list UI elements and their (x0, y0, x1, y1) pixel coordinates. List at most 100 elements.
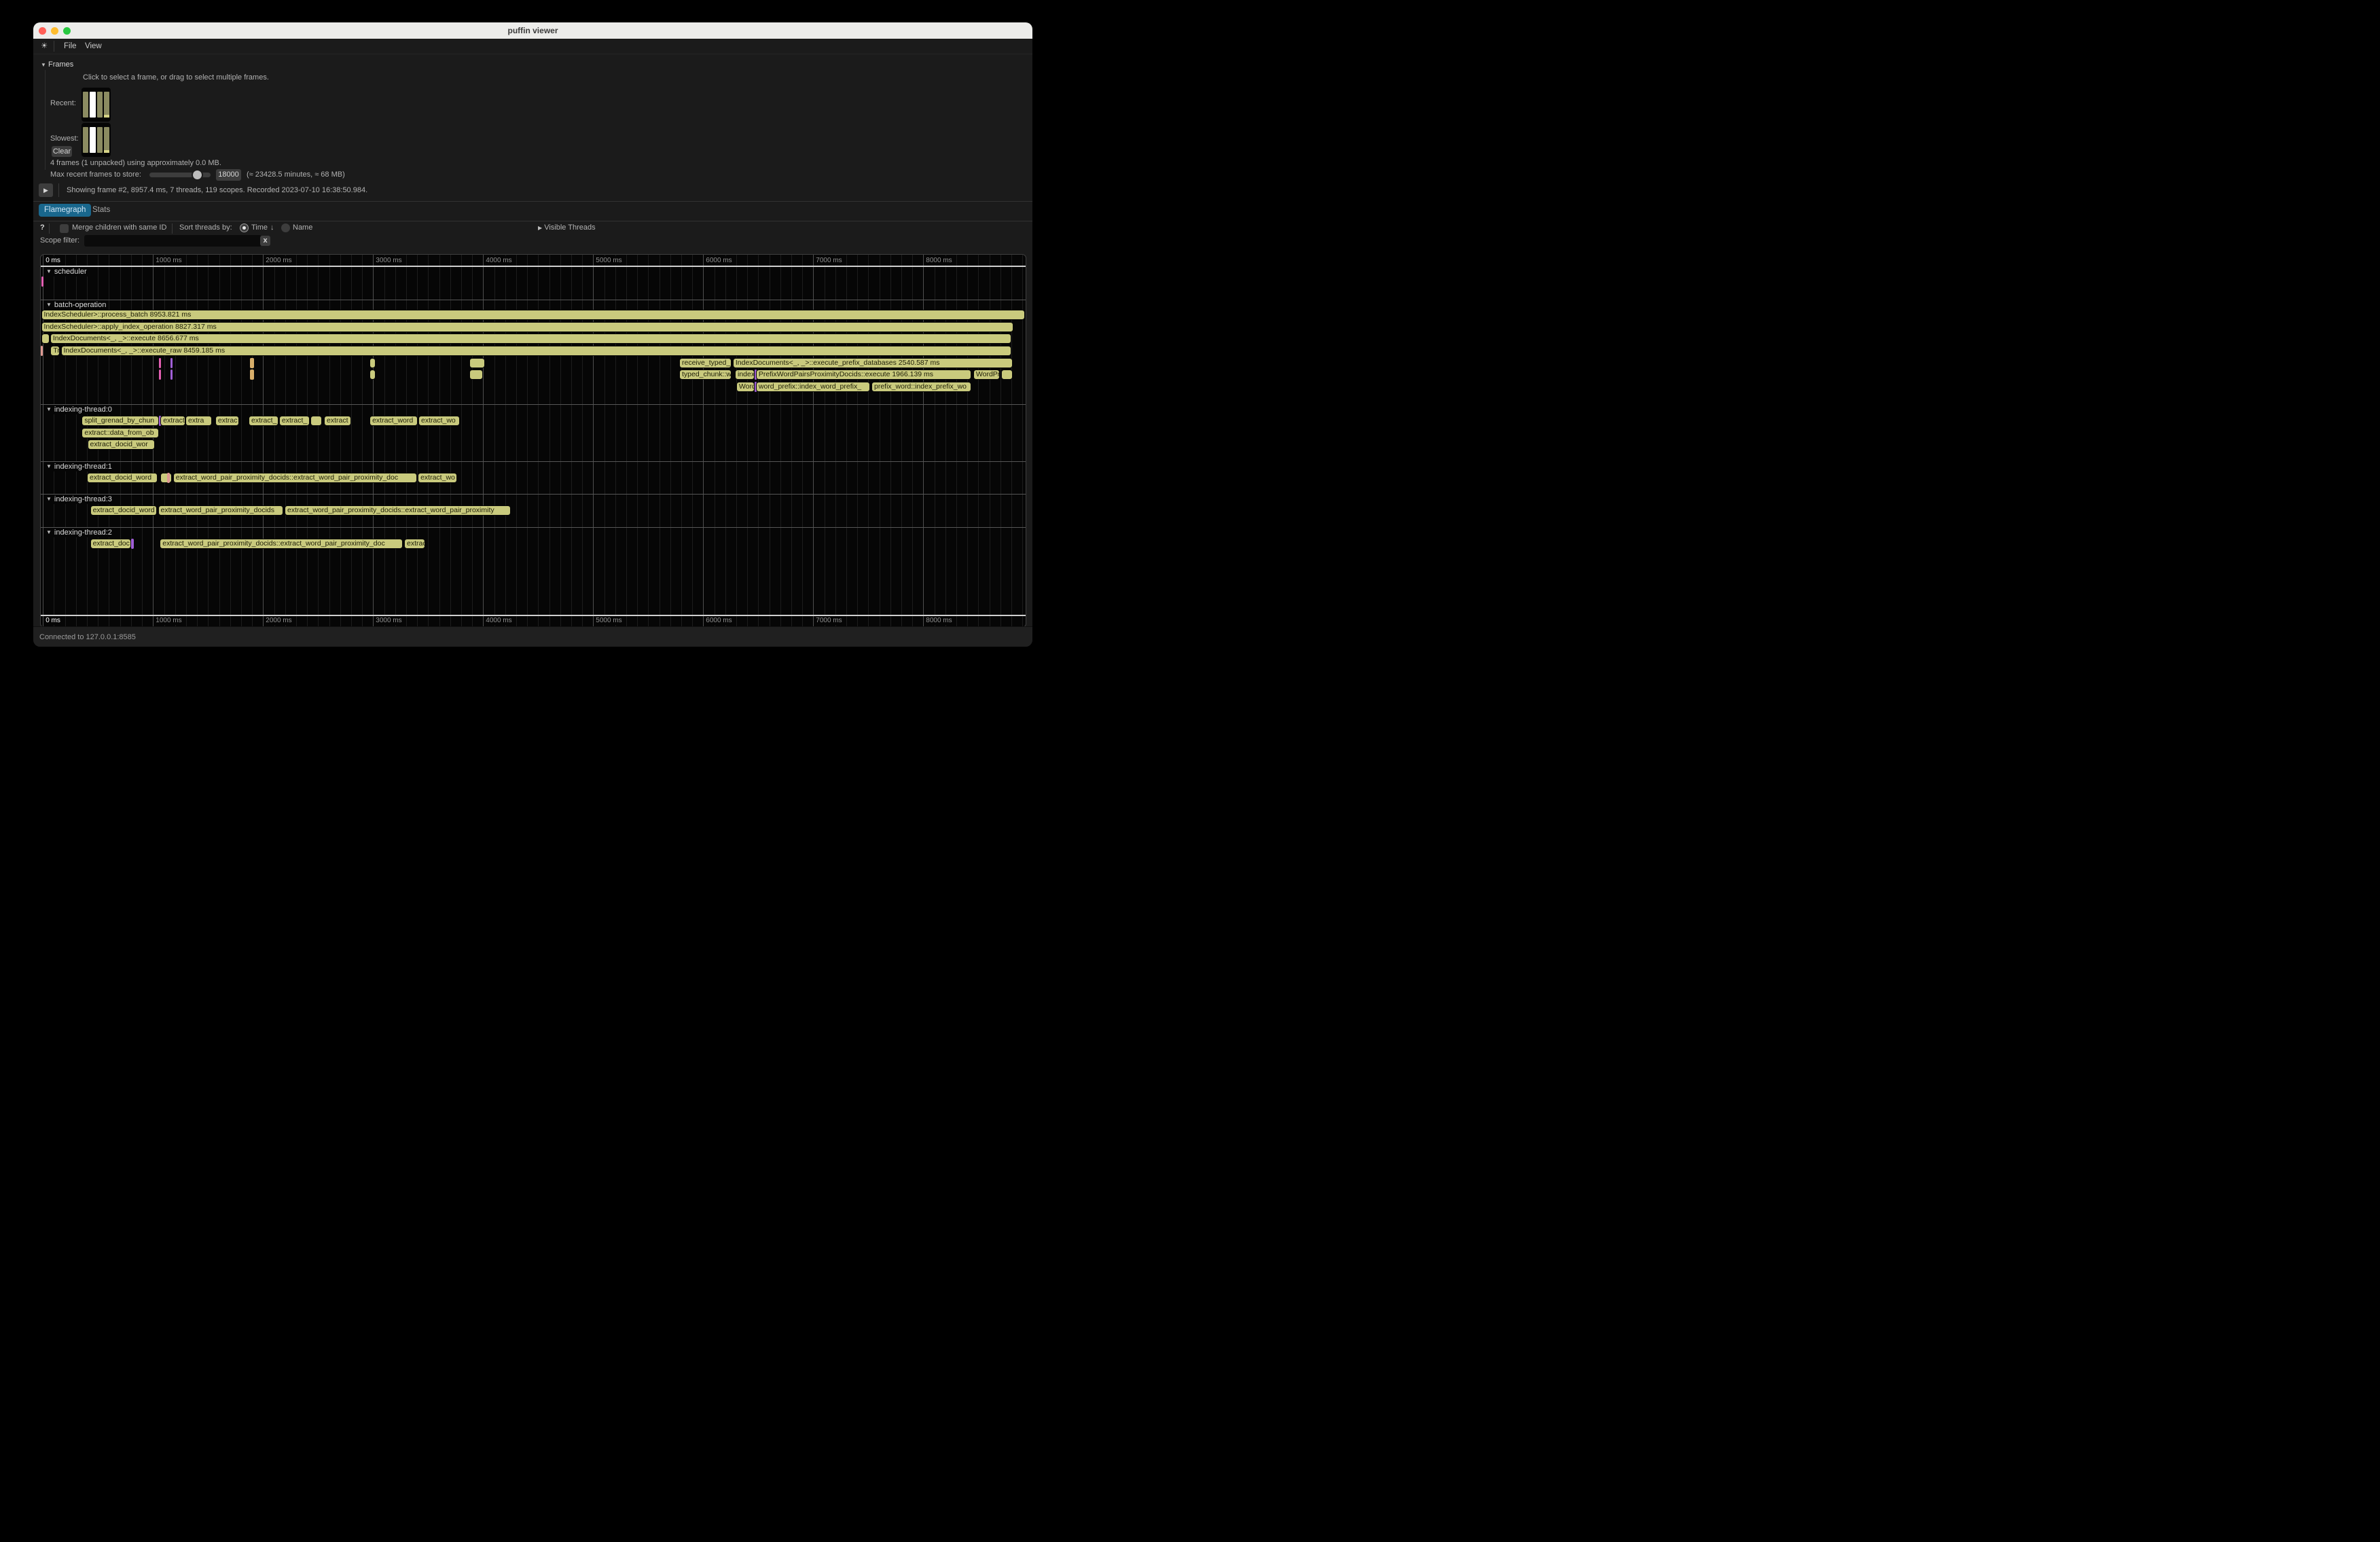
scope-filter-label: Scope filter: (40, 236, 79, 245)
scope-bar[interactable]: extract_word (369, 416, 418, 426)
thread-header[interactable]: ▼indexing-thread:2 (43, 528, 115, 537)
tan-marker-bar[interactable] (250, 370, 254, 380)
scope-bar[interactable] (41, 334, 50, 344)
purple-marker-bar[interactable] (170, 358, 173, 368)
frame-bar[interactable] (104, 92, 109, 118)
salmon-marker-bar[interactable] (41, 346, 43, 356)
chevron-down-icon: ▼ (46, 406, 52, 412)
tab-flamegraph[interactable]: Flamegraph (39, 204, 91, 217)
visible-threads-header[interactable]: ▶ Visible Threads (538, 223, 596, 232)
scope-bar[interactable]: extract_docid_word (87, 473, 158, 483)
flamegraph-panel[interactable]: 0 ms0 ms1000 ms1000 ms2000 ms2000 ms3000… (40, 254, 1026, 628)
max-frames-slider-knob[interactable] (192, 169, 203, 181)
frame-bar[interactable] (97, 127, 103, 153)
scope-bar[interactable]: extract_ (249, 416, 278, 426)
scope-bar[interactable]: extract_doc (90, 539, 131, 549)
frames-collapse-header[interactable]: ▼ Frames (41, 60, 73, 69)
thread-header[interactable]: ▼indexing-thread:0 (43, 405, 115, 414)
purple-marker-bar[interactable] (170, 370, 173, 380)
scope-bar[interactable]: prefix_word::index_prefix_wo (871, 382, 971, 392)
max-frames-value[interactable]: 18000 (216, 169, 241, 181)
play-button[interactable]: ▶ (39, 183, 53, 197)
scope-bar[interactable]: extract_word_pair_proximity_docids::extr… (160, 539, 403, 549)
scope-bar[interactable]: extract_wo (418, 473, 457, 483)
tick-label: 7000 ms (814, 616, 844, 625)
scope-bar[interactable]: extract_wo (418, 416, 460, 426)
scope-bar[interactable]: extract_word_pair_proximity_docids::extr… (173, 473, 417, 483)
salmon-marker-bar[interactable] (167, 473, 170, 483)
scope-bar[interactable]: extrac (404, 539, 425, 549)
thread-header[interactable]: ▼batch-operation (43, 300, 109, 310)
section-separator (41, 461, 1026, 462)
scope-bar[interactable]: extra (185, 416, 212, 426)
scope-bar[interactable]: PrefixWordPairsProximityDocids::execute … (756, 370, 971, 380)
chevron-down-icon: ▼ (46, 529, 52, 535)
scope-bar[interactable]: extract (160, 416, 185, 426)
recent-frames-thumbnail[interactable] (82, 88, 111, 122)
thread-header[interactable]: ▼indexing-thread:3 (43, 495, 115, 504)
scope-bar[interactable]: extract (324, 416, 351, 426)
scope-bar[interactable]: extract_docid_wor (88, 440, 156, 450)
sort-name-radio[interactable] (281, 223, 290, 232)
scope-bar[interactable] (1001, 370, 1013, 380)
menu-file[interactable]: File (64, 39, 77, 54)
frame-bar[interactable] (97, 92, 103, 118)
tab-stats[interactable]: Stats (87, 204, 115, 217)
help-button[interactable]: ? (40, 223, 45, 232)
scope-bar[interactable] (369, 358, 376, 368)
merge-children-checkbox[interactable] (60, 224, 69, 233)
scope-bar[interactable]: Trans (50, 346, 59, 356)
tick-label: 5000 ms (594, 616, 624, 625)
pink-marker-bar[interactable] (159, 358, 161, 368)
scope-bar[interactable] (310, 416, 322, 426)
chevron-down-icon: ▼ (46, 302, 52, 308)
frame-bar-selected[interactable] (90, 92, 95, 118)
scope-filter-input[interactable] (84, 235, 262, 247)
scope-bar[interactable]: extrac (215, 416, 239, 426)
scope-bar[interactable]: index (735, 370, 755, 380)
thread-header[interactable]: ▼scheduler (43, 267, 90, 276)
scope-bar[interactable]: typed_chunk::w (679, 370, 732, 380)
scope-bar[interactable] (369, 370, 376, 380)
scope-bar[interactable]: IndexDocuments<_, _>::execute_prefix_dat… (733, 358, 1013, 368)
scope-bar[interactable]: extract_word_pair_proximity_docids (158, 505, 284, 516)
scope-bar[interactable]: IndexScheduler>::apply_index_operation 8… (41, 322, 1013, 332)
purple-marker-bar[interactable] (131, 539, 134, 549)
pink-marker-bar[interactable] (159, 370, 161, 380)
scope-bar[interactable] (469, 358, 485, 368)
scope-bar[interactable]: IndexScheduler>::process_batch 8953.821 … (41, 310, 1025, 320)
scope-bar[interactable] (469, 370, 483, 380)
frame-bar[interactable] (83, 127, 88, 153)
scope-bar[interactable]: split_grenad_by_chun (82, 416, 159, 426)
frame-bar[interactable] (83, 92, 88, 118)
tick-label: 8000 ms (924, 256, 954, 265)
scope-bar[interactable]: WordPr (973, 370, 1000, 380)
scope-bar[interactable]: IndexDocuments<_, _>::execute 8656.677 m… (50, 334, 1011, 344)
scope-bar[interactable]: IndexDocuments<_, _>::execute_raw 8459.1… (61, 346, 1012, 356)
sort-time-radio[interactable] (240, 223, 249, 232)
sort-direction-arrow-icon[interactable]: ↓ (270, 223, 274, 232)
pink-marker-bar[interactable] (41, 276, 43, 287)
scope-bar[interactable]: extract::data_from_ob (82, 428, 159, 438)
indent-line (45, 70, 46, 170)
tick-label: 0 ms (43, 256, 62, 265)
scope-bar[interactable]: word_prefix::index_word_prefix_ (756, 382, 870, 392)
scope-bar[interactable]: receive_typed_ (679, 358, 732, 368)
title-bar[interactable]: puffin viewer (33, 22, 1032, 39)
scope-bar[interactable]: extract_ (279, 416, 310, 426)
scope-bar[interactable]: Word (736, 382, 755, 392)
clear-button[interactable]: Clear (52, 146, 72, 157)
menu-view[interactable]: View (85, 39, 102, 54)
theme-sun-icon[interactable]: ☀ (41, 39, 48, 54)
chevron-down-icon: ▼ (46, 463, 52, 469)
frame-bar-selected[interactable] (90, 127, 95, 153)
clear-filter-button[interactable]: x (260, 236, 270, 246)
frames-summary: 4 frames (1 unpacked) using approximatel… (50, 159, 221, 167)
frame-bar[interactable] (104, 127, 109, 153)
tan-marker-bar[interactable] (250, 358, 254, 368)
scope-bar[interactable] (160, 473, 172, 483)
thread-header[interactable]: ▼indexing-thread:1 (43, 462, 115, 471)
scope-bar[interactable]: extract_word_pair_proximity_docids::extr… (285, 505, 511, 516)
slowest-frames-thumbnail[interactable] (82, 123, 111, 157)
scope-bar[interactable]: extract_docid_word (90, 505, 158, 516)
